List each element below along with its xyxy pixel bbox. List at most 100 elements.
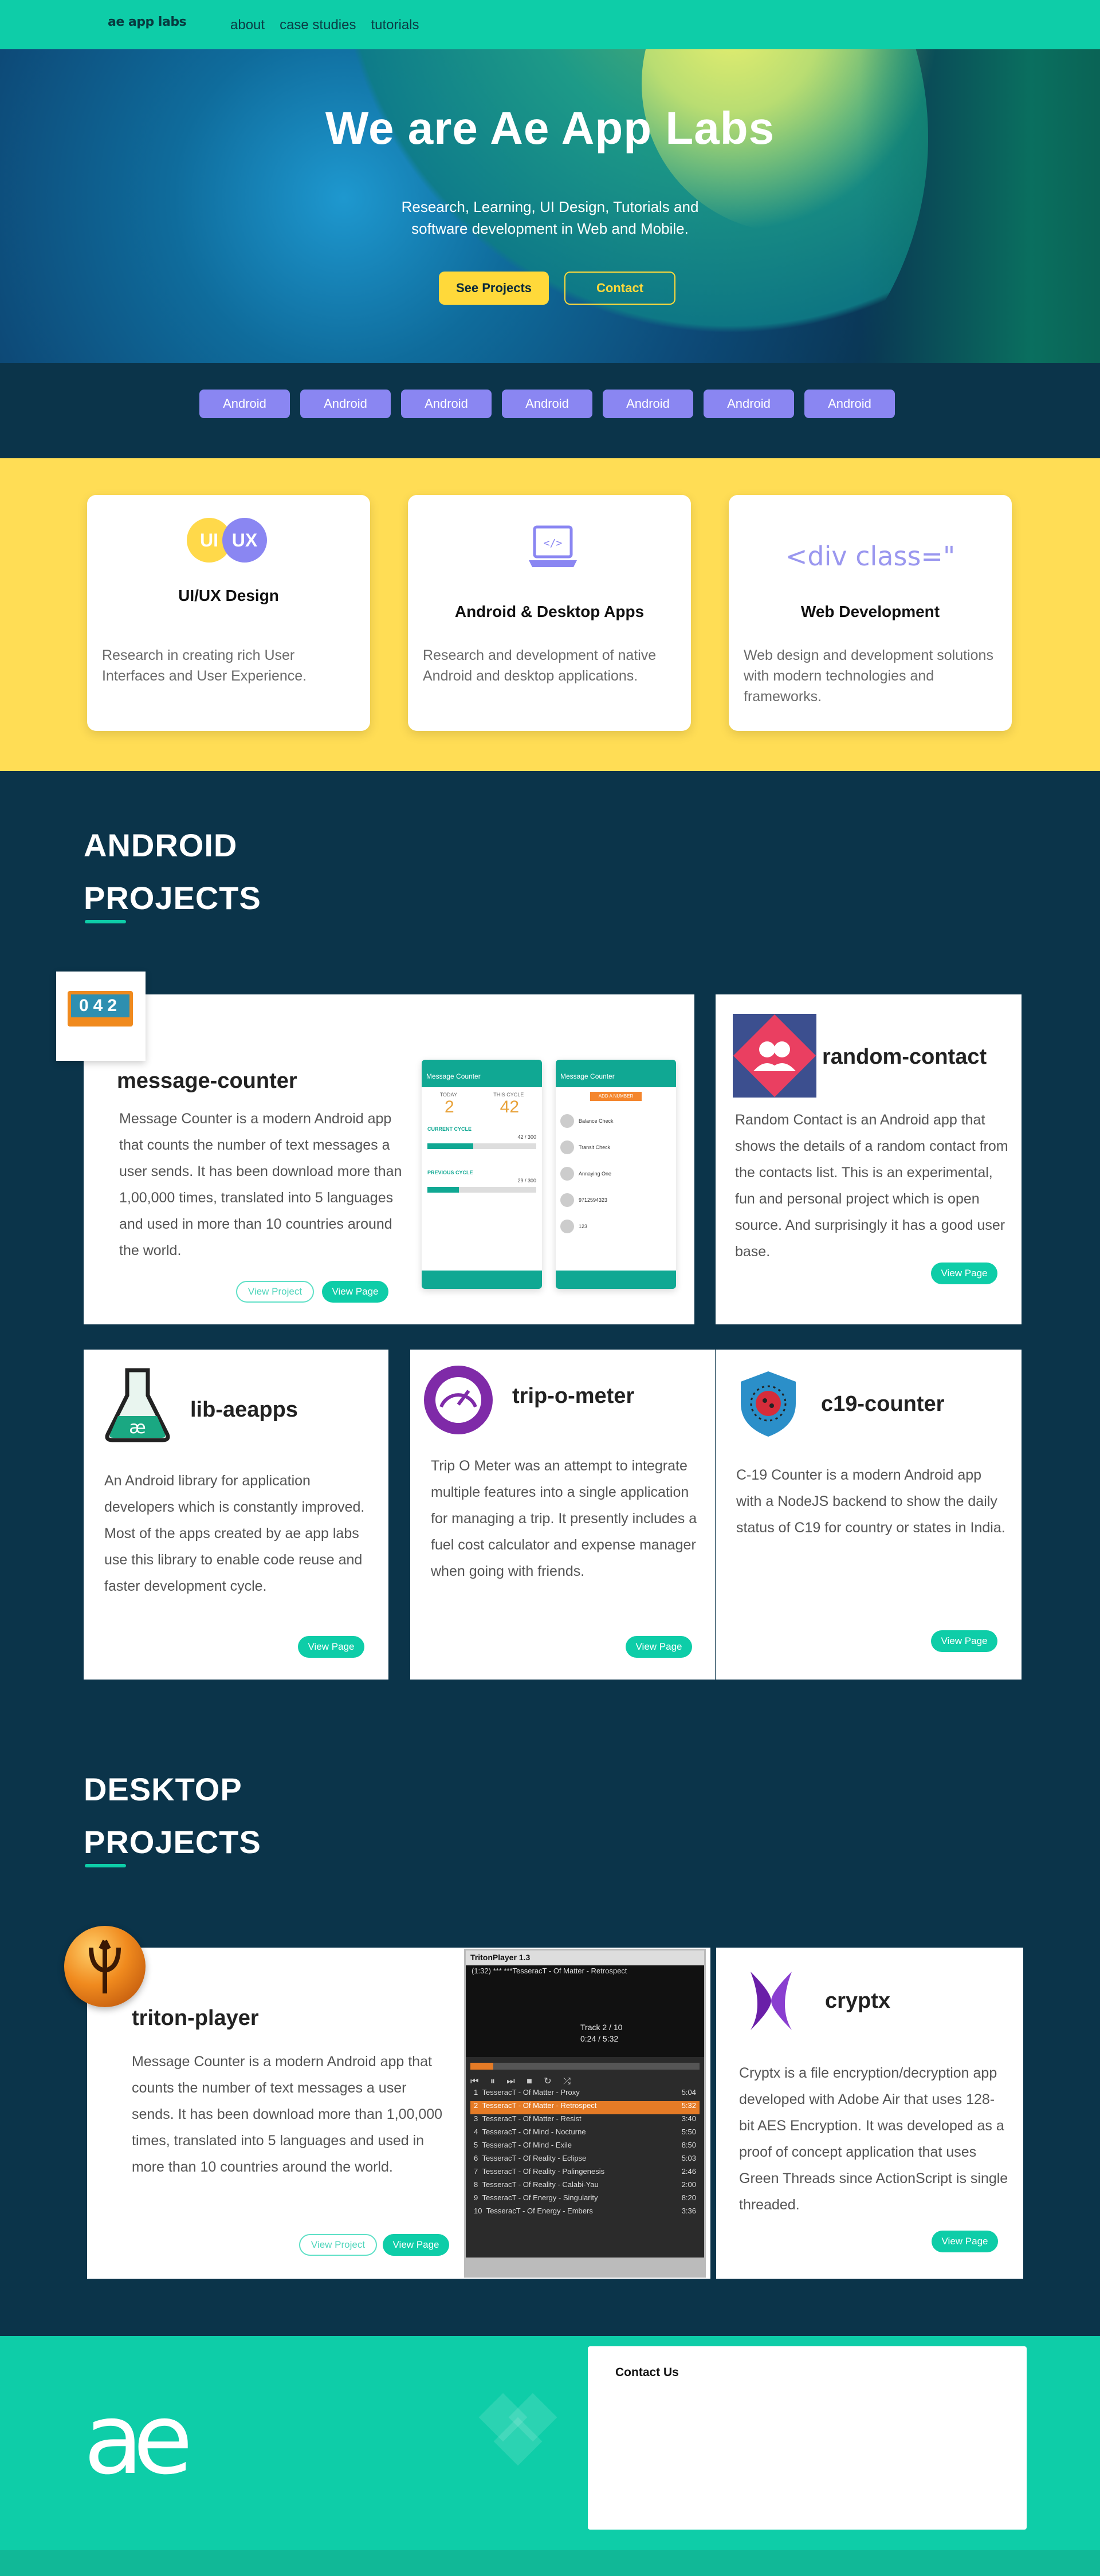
label-today: TODAY: [439, 1092, 457, 1098]
project-name: cryptx: [825, 1989, 891, 2013]
page: ae app labs about case studies tutorials…: [0, 0, 1100, 2576]
project-desc: Message Counter is a modern Android app …: [132, 2054, 443, 2175]
playlist-item: 6 TesseracT - Of Reality - Eclipse 5:03: [474, 2154, 696, 2162]
view-project-button[interactable]: View Project: [299, 2234, 377, 2256]
see-projects-button[interactable]: See Projects: [439, 272, 549, 305]
svg-text:</>: </>: [544, 537, 563, 549]
cycle-count: 42 / 300: [517, 1134, 536, 1140]
view-page-button[interactable]: View Page: [298, 1636, 364, 1658]
project-name: triton-player: [132, 2006, 259, 2030]
progress-bar: [427, 1143, 536, 1149]
list-item: 123: [560, 1213, 671, 1240]
trident-icon: [64, 1926, 146, 2007]
project-name: trip-o-meter: [512, 1384, 635, 1408]
hero: We are Ae App Labs Research, Learning, U…: [0, 49, 1100, 363]
random-contact-icon: [733, 1014, 816, 1098]
app-screenshot: TritonPlayer 1.3 (1:32) *** ***TesseracT…: [464, 1949, 706, 2278]
view-page-button[interactable]: View Page: [932, 2231, 998, 2252]
app-screenshot: Message Counter ADD A NUMBER Balance Che…: [556, 1060, 676, 1289]
view-page-button[interactable]: View Page: [626, 1636, 692, 1658]
tag-android[interactable]: Android: [704, 390, 794, 418]
contact-button[interactable]: Contact: [564, 272, 675, 305]
cryptx-icon: [751, 1972, 792, 2030]
project-name: c19-counter: [821, 1392, 945, 1416]
site-logo[interactable]: ae app labs: [108, 15, 187, 29]
top-nav: ae app labs about case studies tutorials: [0, 0, 1100, 49]
prev-cycle-count: 29 / 300: [517, 1178, 536, 1183]
app-screenshot: Message Counter TODAY THIS CYCLE 2 42 CU…: [422, 1060, 542, 1289]
project-card-lib-aeapps: æ lib-aeapps An Android library for appl…: [84, 1350, 388, 1680]
footer-strip: [0, 2550, 1100, 2576]
nav-link-tutorials[interactable]: tutorials: [371, 17, 419, 33]
playlist-item: 4 TesseracT - Of Mind - Nocturne 5:50: [474, 2127, 696, 2136]
service-desc: Web design and development solutions wit…: [744, 647, 993, 705]
project-desc: Message Counter is a modern Android app …: [119, 1111, 402, 1258]
playlist-item: 2 TesseracT - Of Matter - Retrospect 5:32: [470, 2101, 700, 2114]
project-card-cryptx: cryptx Cryptx is a file encryption/decry…: [716, 1948, 1023, 2279]
tag-android[interactable]: Android: [401, 390, 492, 418]
tag-android[interactable]: Android: [603, 390, 693, 418]
playlist-item: 1 TesseracT - Of Matter - Proxy 5:04: [474, 2088, 696, 2097]
view-project-button[interactable]: View Project: [236, 1281, 314, 1303]
now-playing: (1:32) *** ***TesseracT - Of Matter - Re…: [472, 1967, 627, 1975]
laptop-code-icon: </>: [529, 525, 577, 567]
nav-link-case-studies[interactable]: case studies: [280, 17, 356, 33]
app-title: Message Counter: [422, 1060, 542, 1087]
view-page-button[interactable]: View Page: [931, 1263, 997, 1284]
track-time: 0:24 / 5:32: [580, 2034, 619, 2043]
project-desc: Trip O Meter was an attempt to integrate…: [431, 1458, 697, 1579]
project-desc: Random Contact is an Android app that sh…: [735, 1112, 1008, 1260]
list-item: Annaying One: [560, 1161, 671, 1187]
tag-android[interactable]: Android: [300, 390, 391, 418]
playlist-item: 10 TesseracT - Of Energy - Embers 3:36: [474, 2207, 696, 2215]
app-tabbar: [556, 1271, 676, 1289]
view-page-button[interactable]: View Page: [383, 2234, 449, 2256]
service-title: Web Development: [800, 603, 940, 620]
android-projects-heading: ANDROID PROJECTS: [84, 819, 261, 925]
project-card-trip-o-meter: trip-o-meter Trip O Meter was an attempt…: [410, 1350, 715, 1680]
heading-underline: [85, 1864, 126, 1867]
progress-bar: [427, 1187, 536, 1193]
nav-link-about[interactable]: about: [230, 17, 265, 33]
prev-cycle-label: PREVIOUS CYCLE: [427, 1170, 473, 1175]
project-name: random-contact: [822, 1045, 987, 1069]
list-item: Transit Check: [560, 1134, 671, 1161]
service-title: UI/UX Design: [178, 587, 279, 604]
footer-logo[interactable]: ae: [84, 2391, 193, 2488]
project-name: message-counter: [117, 1069, 297, 1093]
hero-subtitle: Research, Learning, UI Design, Tutorials…: [401, 198, 699, 237]
contact-form[interactable]: Contact Us: [588, 2346, 1027, 2530]
add-number-button: ADD A NUMBER: [590, 1092, 642, 1101]
message-counter-icon: 042: [56, 972, 146, 1061]
badge-number: 042: [71, 994, 129, 1017]
view-page-button[interactable]: View Page: [931, 1630, 997, 1652]
hero-title: We are Ae App Labs: [325, 103, 775, 154]
service-card-web: <div class=" Web Development Web design …: [729, 495, 1012, 731]
tag-android[interactable]: Android: [502, 390, 592, 418]
service-desc: Research and development of native Andro…: [423, 647, 657, 684]
cycle-value: 42: [500, 1098, 520, 1116]
ui-ux-icon: UI UX: [187, 518, 273, 564]
view-page-button[interactable]: View Page: [322, 1281, 388, 1303]
seek-bar: [470, 2063, 700, 2070]
label-cycle: THIS CYCLE: [493, 1092, 524, 1098]
tag-android[interactable]: Android: [804, 390, 895, 418]
project-desc: An Android library for application devel…: [104, 1473, 365, 1594]
playlist-item: 8 TesseracT - Of Reality - Calabi-Yau 2:0…: [474, 2180, 696, 2189]
project-card-random-contact: random-contact Random Contact is an Andr…: [716, 994, 1022, 1324]
player-display: (1:32) *** ***TesseracT - Of Matter - Re…: [466, 1965, 704, 2057]
project-name: lib-aeapps: [190, 1398, 298, 1422]
svg-text:æ: æ: [129, 1418, 146, 1438]
hero-decoration: [859, 49, 1100, 363]
contact-title: Contact Us: [615, 2366, 679, 2379]
contact-list: Balance Check Transit Check Annaying One…: [556, 1106, 676, 1242]
tag-android[interactable]: Android: [199, 390, 290, 418]
desktop-projects-heading: DESKTOP PROJECTS: [84, 1763, 261, 1869]
heading-line: DESKTOP: [84, 1771, 242, 1807]
nav-links: about case studies tutorials: [230, 17, 419, 33]
services-section: UI UX UI/UX Design Research in creating …: [0, 458, 1100, 771]
app-title: Message Counter: [556, 1060, 676, 1087]
project-card-c19-counter: c19-counter C-19 Counter is a modern And…: [716, 1350, 1022, 1680]
current-cycle-label: CURRENT CYCLE: [427, 1126, 472, 1132]
heading-line: ANDROID: [84, 827, 238, 863]
